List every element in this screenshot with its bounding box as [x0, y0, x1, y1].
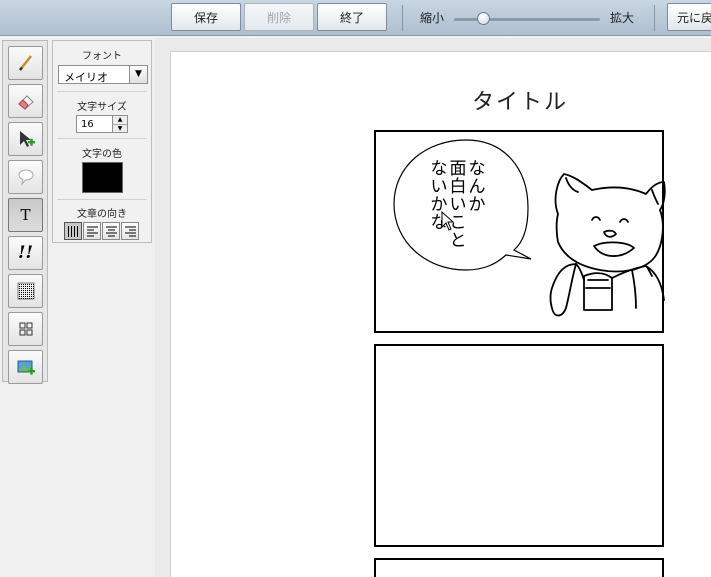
- align-right-icon: [125, 226, 136, 237]
- font-size-value: 16: [81, 119, 94, 130]
- align-center-icon: [106, 226, 117, 237]
- bubble-char: と: [449, 231, 467, 251]
- cat-character-drawing: [549, 173, 666, 317]
- align-right-button[interactable]: [121, 222, 139, 240]
- finish-button[interactable]: 終了: [317, 3, 387, 31]
- insert-image-tool-button[interactable]: [8, 350, 43, 384]
- insert-image-icon: [17, 360, 35, 375]
- text-color-swatch[interactable]: [82, 162, 123, 193]
- zoom-slider-track[interactable]: [454, 18, 600, 21]
- bubble-char: な: [430, 159, 448, 179]
- vertical-text-button[interactable]: [64, 222, 82, 240]
- mouse-cursor-icon: [441, 211, 455, 231]
- align-left-button[interactable]: [83, 222, 101, 240]
- tool-palette: T !!: [2, 40, 48, 384]
- font-size-stepper[interactable]: 16 ▲ ▼: [76, 115, 128, 133]
- exclamation-icon: !!: [18, 243, 33, 263]
- exclamation-tool-button[interactable]: !!: [8, 236, 43, 270]
- bubble-text-column[interactable]: なんか: [467, 160, 487, 214]
- pen-icon: [18, 55, 32, 71]
- increment-icon[interactable]: ▲: [112, 116, 127, 124]
- delete-button[interactable]: 削除: [244, 3, 314, 31]
- text-tool-icon: T: [20, 206, 31, 224]
- undo-button[interactable]: 元に戻: [667, 3, 711, 31]
- text-direction-label: 文章の向き: [77, 209, 127, 220]
- comic-panel[interactable]: [374, 344, 664, 547]
- bubble-char: な: [468, 159, 486, 179]
- comic-panel[interactable]: [374, 558, 664, 577]
- screentone-tool-button[interactable]: [8, 274, 43, 308]
- bubble-char: か: [468, 195, 486, 215]
- eraser-tool-button[interactable]: [8, 84, 43, 118]
- top-toolbar: 保存 削除 終了 縮小 拡大 元に戻: [0, 0, 711, 36]
- panel-divider: [57, 91, 147, 92]
- speech-bubble-tool-button[interactable]: [8, 160, 43, 194]
- toolbar-divider: [402, 5, 403, 31]
- screentone-icon: [17, 282, 34, 300]
- zoom-out-label: 縮小: [420, 11, 445, 25]
- text-color-label: 文字の色: [82, 149, 122, 160]
- font-size-label: 文字サイズ: [77, 102, 127, 113]
- font-label: フォント: [82, 51, 122, 62]
- bubble-char: 面: [449, 159, 467, 179]
- text-properties-panel: フォント メイリオ ▼ 文字サイズ 16 ▲ ▼ 文字の色 文章の向き: [52, 40, 152, 243]
- panel-layout-icon: [19, 322, 32, 336]
- align-left-icon: [87, 226, 98, 237]
- text-tool-button[interactable]: T: [8, 198, 43, 232]
- toolbar-divider: [654, 5, 655, 31]
- font-select-value: メイリオ: [64, 71, 108, 84]
- panel-divider: [57, 138, 147, 139]
- decrement-icon[interactable]: ▼: [112, 124, 127, 132]
- bubble-char: い: [430, 177, 448, 197]
- speech-bubble-icon: [18, 169, 33, 186]
- zoom-slider-thumb[interactable]: [476, 12, 490, 25]
- panel-layout-tool-button[interactable]: [8, 312, 43, 346]
- panel-divider: [57, 199, 147, 200]
- move-add-icon: [19, 131, 35, 147]
- move-add-tool-button[interactable]: [8, 122, 43, 156]
- bubble-char: 白: [449, 177, 467, 197]
- bubble-char: ん: [468, 177, 486, 197]
- bubble-text-column[interactable]: 面白いこと: [448, 160, 468, 250]
- zoom-in-label: 拡大: [610, 11, 635, 25]
- page-title[interactable]: タイトル: [465, 84, 575, 116]
- eraser-icon: [17, 95, 34, 110]
- comic-panel[interactable]: なんか 面白いこと ないかな: [374, 130, 666, 333]
- save-button[interactable]: 保存: [171, 3, 241, 31]
- chevron-down-icon[interactable]: ▼: [129, 66, 147, 83]
- font-select[interactable]: メイリオ ▼: [58, 65, 148, 84]
- vertical-lines-icon: [68, 226, 78, 237]
- align-center-button[interactable]: [102, 222, 120, 240]
- pen-tool-button[interactable]: [8, 46, 43, 80]
